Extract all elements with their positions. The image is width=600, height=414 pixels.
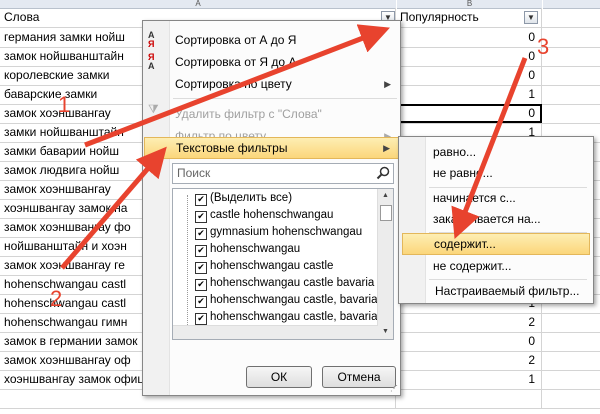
annotation-number-3: 3 bbox=[537, 34, 550, 59]
filter-value-item[interactable]: ✔ castle hohenschwangau bbox=[195, 207, 333, 224]
begins-label: начинается с... bbox=[433, 191, 516, 205]
checkbox-checked-icon[interactable]: ✔ bbox=[195, 279, 207, 291]
menu-separator bbox=[173, 98, 397, 99]
search-placeholder: Поиск bbox=[177, 166, 211, 180]
filter-value-label: hohenschwangau castle, bavaria ger bbox=[210, 311, 394, 323]
annotation-number-1: 1 bbox=[58, 92, 71, 117]
chevron-down-icon: ▼ bbox=[527, 13, 535, 22]
filter-begins-item[interactable]: начинается с... bbox=[402, 187, 590, 209]
submenu-arrow-icon: ▶ bbox=[383, 143, 390, 153]
filter-value-label: (Выделить все) bbox=[210, 192, 293, 204]
clear-filter-item: ⧩ Удалить фильтр с "Слова" bbox=[144, 103, 399, 125]
text-filters-label: Текстовые фильтры bbox=[176, 141, 288, 155]
annotation-number-2: 2 bbox=[50, 286, 63, 311]
scrollbar-thumb[interactable] bbox=[380, 205, 392, 221]
list-horizontal-scrollbar[interactable] bbox=[173, 325, 378, 339]
tree-line bbox=[187, 195, 189, 335]
popularity-cell[interactable]: 0 bbox=[396, 47, 542, 66]
column-b-label: B bbox=[466, 0, 473, 8]
checkbox-checked-icon[interactable]: ✔ bbox=[195, 245, 207, 257]
filter-value-item[interactable]: ✔ hohenschwangau bbox=[195, 241, 300, 258]
header-popularity-label: Популярность bbox=[400, 10, 479, 24]
popularity-cell[interactable]: 2 bbox=[396, 351, 542, 370]
checkbox-checked-icon[interactable]: ✔ bbox=[195, 296, 207, 308]
popularity-cell[interactable] bbox=[396, 389, 542, 408]
column-a-label: A bbox=[195, 0, 201, 8]
list-vertical-scrollbar[interactable]: ▲ ▼ bbox=[377, 189, 393, 339]
text-filters-item[interactable]: Текстовые фильтры ▶ bbox=[144, 137, 399, 159]
sort-za-icon: ЯА bbox=[148, 52, 155, 71]
custom-filter-item[interactable]: Настраиваемый фильтр... bbox=[402, 280, 590, 302]
filter-button-popularity[interactable]: ▼ bbox=[524, 11, 538, 24]
filter-value-label: castle hohenschwangau bbox=[210, 209, 334, 221]
submenu-arrow-icon: ▶ bbox=[384, 79, 391, 89]
filter-not-contains-item[interactable]: не содержит... bbox=[402, 255, 590, 277]
filter-value-item[interactable]: ✔ (Выделить все) bbox=[195, 190, 292, 207]
filter-contains-item[interactable]: содержит... bbox=[402, 233, 590, 255]
sort-descending-item[interactable]: ЯА Сортировка от Я до А bbox=[144, 51, 399, 73]
checkbox-checked-icon[interactable]: ✔ bbox=[195, 211, 207, 223]
filter-not-equal-item[interactable]: не равно... bbox=[402, 162, 590, 184]
popularity-cell[interactable]: 0 bbox=[396, 66, 542, 85]
ok-label: ОК bbox=[270, 370, 288, 384]
sort-by-color-item[interactable]: Сортировка по цвету ▶ bbox=[144, 73, 399, 95]
custom-filter-label: Настраиваемый фильтр... bbox=[435, 284, 580, 298]
filter-value-label: gymnasium hohenschwangau bbox=[210, 226, 363, 238]
filter-values-list: ✔ (Выделить все) ✔ castle hohenschwangau ✔ gy… bbox=[172, 188, 394, 340]
clear-filter-icon: ⧩ bbox=[148, 102, 159, 116]
filter-value-item[interactable]: ✔ hohenschwangau castle, bavaria ger bbox=[195, 292, 394, 309]
filter-value-item[interactable]: ✔ hohenschwangau castle bbox=[195, 258, 333, 275]
cancel-label: Отмена bbox=[337, 370, 381, 384]
sort-az-icon: АЯ bbox=[148, 30, 155, 49]
filter-value-label: hohenschwangau castle bbox=[210, 260, 334, 272]
resize-grip-icon[interactable]: ⋰ bbox=[390, 384, 398, 393]
checkbox-checked-icon[interactable]: ✔ bbox=[195, 228, 207, 240]
popularity-cell[interactable]: 2 bbox=[396, 313, 542, 332]
popularity-cell[interactable]: 0 bbox=[396, 104, 542, 123]
filter-equals-item[interactable]: равно... bbox=[402, 141, 590, 163]
sort-color-label: Сортировка по цвету bbox=[175, 77, 292, 91]
popularity-cell[interactable]: 0 bbox=[396, 28, 542, 47]
filter-value-label: hohenschwangau bbox=[210, 243, 301, 255]
filter-value-label: hohenschwangau castle bavaria bbox=[210, 277, 375, 289]
checkbox-checked-icon[interactable]: ✔ bbox=[195, 194, 207, 206]
header-cell-popularity[interactable]: Популярность bbox=[396, 8, 542, 27]
scroll-up-icon[interactable]: ▲ bbox=[378, 189, 393, 203]
popularity-cell[interactable]: 0 bbox=[396, 332, 542, 351]
clear-filter-label: Удалить фильтр с "Слова" bbox=[175, 107, 322, 121]
filter-value-item[interactable]: ✔ hohenschwangau castle, bavaria ger bbox=[195, 309, 394, 326]
equals-label: равно... bbox=[433, 145, 477, 159]
sort-az-label: Сортировка от А до Я bbox=[175, 33, 297, 47]
not-equal-label: не равно... bbox=[433, 166, 493, 180]
popularity-cell[interactable]: 1 bbox=[396, 370, 542, 389]
ok-button[interactable]: ОК bbox=[246, 366, 312, 388]
ends-label: заканчивается на... bbox=[433, 212, 541, 226]
checkbox-checked-icon[interactable]: ✔ bbox=[195, 262, 207, 274]
header-words-label: Слова bbox=[4, 10, 40, 24]
sort-ascending-item[interactable]: АЯ Сортировка от А до Я bbox=[144, 29, 399, 51]
text-filters-submenu: равно... не равно... начинается с... зак… bbox=[398, 136, 594, 304]
filter-value-item[interactable]: ✔ gymnasium hohenschwangau bbox=[195, 224, 362, 241]
filter-value-label: hohenschwangau castle, bavaria ger bbox=[210, 294, 394, 306]
filter-ends-item[interactable]: заканчивается на... bbox=[402, 208, 590, 230]
popularity-cell[interactable]: 1 bbox=[396, 85, 542, 104]
checkbox-checked-icon[interactable]: ✔ bbox=[195, 313, 207, 325]
cancel-button[interactable]: Отмена bbox=[322, 366, 396, 388]
not-contains-label: не содержит... bbox=[433, 259, 512, 273]
filter-value-item[interactable]: ✔ hohenschwangau castle bavaria bbox=[195, 275, 374, 292]
search-icon bbox=[376, 166, 390, 180]
filter-search-input[interactable]: Поиск bbox=[172, 163, 394, 184]
contains-label: содержит... bbox=[434, 237, 496, 251]
sort-za-label: Сортировка от Я до А bbox=[175, 55, 297, 69]
scroll-down-icon[interactable]: ▼ bbox=[378, 325, 393, 339]
